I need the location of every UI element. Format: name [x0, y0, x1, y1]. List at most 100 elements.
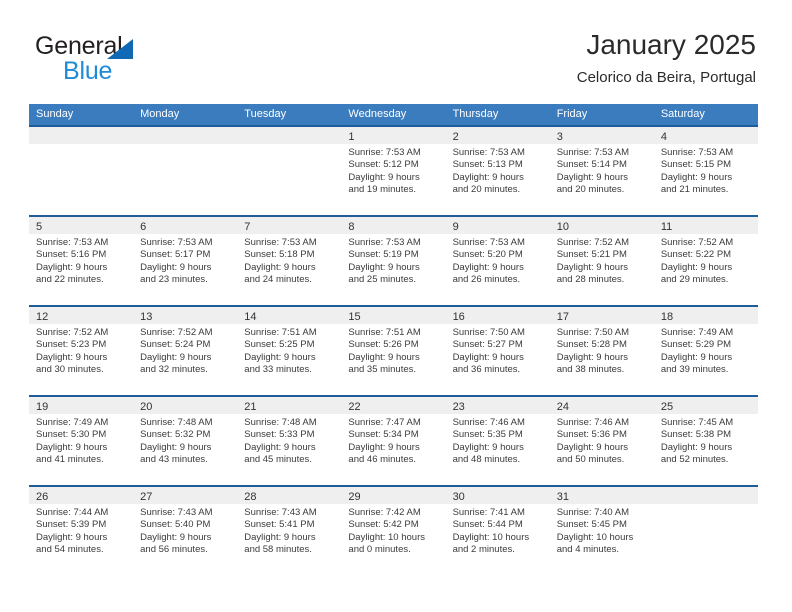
day-cell-empty	[29, 127, 134, 215]
day-info-line: Sunset: 5:44 PM	[452, 519, 523, 531]
day-cell-7[interactable]: 7 Sunrise: 7:53 AM Sunset: 5:18 PM Daylight…	[237, 217, 342, 305]
day-info-line: and 52 minutes.	[660, 454, 729, 466]
day-details: Sunrise: 7:47 AM Sunset: 5:34 PM Daylight:…	[341, 414, 445, 467]
day-info-line: Sunset: 5:22 PM	[660, 249, 732, 261]
day-number-band: 22	[341, 397, 446, 414]
day-number: 1	[348, 131, 355, 143]
day-cell-14[interactable]: 14 Sunrise: 7:51 AM Sunset: 5:25 PM Dayligh…	[237, 307, 342, 395]
day-cell-27[interactable]: 27 Sunrise: 7:43 AM Sunset: 5:40 PM Dayligh…	[133, 487, 238, 575]
day-cell-6[interactable]: 6 Sunrise: 7:53 AM Sunset: 5:17 PM Daylight…	[133, 217, 238, 305]
day-cell-1[interactable]: 1 Sunrise: 7:53 AM Sunset: 5:12 PM Daylight…	[341, 127, 446, 215]
day-number-band: 10	[549, 217, 654, 234]
day-details: Sunrise: 7:48 AM Sunset: 5:33 PM Daylight:…	[237, 414, 341, 467]
day-info-line: Daylight: 9 hours	[36, 261, 108, 273]
day-cell-8[interactable]: 8 Sunrise: 7:53 AM Sunset: 5:19 PM Daylight…	[341, 217, 446, 305]
weekday-header-row: Sunday Monday Tuesday Wednesday Thursday Frid…	[29, 104, 758, 125]
day-details: Sunrise: 7:53 AM Sunset: 5:20 PM Daylight:…	[446, 234, 550, 287]
day-cell-3[interactable]: 3 Sunrise: 7:53 AM Sunset: 5:14 PM Daylight…	[549, 127, 654, 215]
day-cell-23[interactable]: 23 Sunrise: 7:46 AM Sunset: 5:35 PM Dayligh…	[445, 397, 550, 485]
day-cell-28[interactable]: 28 Sunrise: 7:43 AM Sunset: 5:41 PM Dayligh…	[237, 487, 342, 575]
day-number-band: 26	[29, 487, 134, 504]
day-info-line: Sunrise: 7:53 AM	[556, 147, 630, 158]
day-cell-26[interactable]: 26 Sunrise: 7:44 AM Sunset: 5:39 PM Dayligh…	[29, 487, 134, 575]
day-info-line: and 56 minutes.	[140, 544, 208, 556]
day-info-line: Sunrise: 7:44 AM	[36, 507, 109, 518]
day-cell-29[interactable]: 29 Sunrise: 7:42 AM Sunset: 5:42 PM Dayligh…	[341, 487, 446, 575]
day-cell-16[interactable]: 16 Sunrise: 7:50 AM Sunset: 5:27 PM Dayligh…	[445, 307, 550, 395]
day-number-band: 12	[29, 307, 134, 324]
day-number: 8	[348, 221, 355, 233]
day-info-line: and 43 minutes.	[140, 454, 208, 466]
day-info-line: Sunset: 5:18 PM	[244, 249, 315, 261]
day-number-band: 5	[29, 217, 134, 234]
general-blue-logo[interactable]: General Blue	[35, 32, 215, 85]
day-cell-17[interactable]: 17 Sunrise: 7:50 AM Sunset: 5:28 PM Dayligh…	[549, 307, 654, 395]
day-info-line: and 0 minutes.	[348, 544, 411, 556]
day-cell-13[interactable]: 13 Sunrise: 7:52 AM Sunset: 5:24 PM Dayligh…	[133, 307, 238, 395]
day-info-line: Daylight: 9 hours	[556, 261, 628, 273]
day-cell-18[interactable]: 18 Sunrise: 7:49 AM Sunset: 5:29 PM Dayligh…	[653, 307, 758, 395]
day-number-band: 20	[133, 397, 238, 414]
day-cell-19[interactable]: 19 Sunrise: 7:49 AM Sunset: 5:30 PM Dayligh…	[29, 397, 134, 485]
day-cell-9[interactable]: 9 Sunrise: 7:53 AM Sunset: 5:20 PM Daylight…	[445, 217, 550, 305]
day-info-line: Daylight: 9 hours	[140, 261, 212, 273]
day-cell-4[interactable]: 4 Sunrise: 7:53 AM Sunset: 5:15 PM Daylight…	[653, 127, 758, 215]
day-details: Sunrise: 7:40 AM Sunset: 5:45 PM Daylight:…	[550, 504, 654, 557]
day-info-line: Sunset: 5:19 PM	[348, 249, 419, 261]
day-info-line: Sunset: 5:38 PM	[660, 429, 732, 441]
day-info-line: Sunrise: 7:53 AM	[348, 237, 421, 248]
day-info-line: and 39 minutes.	[660, 364, 729, 376]
day-number-band: 16	[445, 307, 550, 324]
day-info-line: and 38 minutes.	[556, 364, 625, 376]
day-cell-15[interactable]: 15 Sunrise: 7:51 AM Sunset: 5:26 PM Dayligh…	[341, 307, 446, 395]
day-info-line: Sunrise: 7:53 AM	[244, 237, 317, 248]
day-info-line: Daylight: 9 hours	[244, 441, 316, 453]
day-number-band: 27	[133, 487, 238, 504]
day-cell-31[interactable]: 31 Sunrise: 7:40 AM Sunset: 5:45 PM Dayligh…	[549, 487, 654, 575]
day-info-line: Sunset: 5:26 PM	[348, 339, 419, 351]
day-cell-empty	[653, 487, 758, 575]
day-cell-22[interactable]: 22 Sunrise: 7:47 AM Sunset: 5:34 PM Dayligh…	[341, 397, 446, 485]
day-number: 15	[348, 311, 361, 323]
weekday-header-saturday: Saturday	[660, 108, 705, 120]
day-info-line: Daylight: 9 hours	[452, 171, 524, 183]
day-cell-25[interactable]: 25 Sunrise: 7:45 AM Sunset: 5:38 PM Dayligh…	[653, 397, 758, 485]
calendar-week-row: 26 Sunrise: 7:44 AM Sunset: 5:39 PM Dayligh…	[29, 485, 758, 575]
day-info-line: Daylight: 9 hours	[140, 441, 212, 453]
day-number: 3	[556, 131, 563, 143]
day-cell-11[interactable]: 11 Sunrise: 7:52 AM Sunset: 5:22 PM Dayligh…	[653, 217, 758, 305]
day-cell-12[interactable]: 12 Sunrise: 7:52 AM Sunset: 5:23 PM Dayligh…	[29, 307, 134, 395]
day-info-line: Sunset: 5:30 PM	[36, 429, 107, 441]
day-cell-24[interactable]: 24 Sunrise: 7:46 AM Sunset: 5:36 PM Dayligh…	[549, 397, 654, 485]
day-number-band: 30	[445, 487, 550, 504]
day-cell-10[interactable]: 10 Sunrise: 7:52 AM Sunset: 5:21 PM Dayligh…	[549, 217, 654, 305]
day-cell-5[interactable]: 5 Sunrise: 7:53 AM Sunset: 5:16 PM Daylight…	[29, 217, 134, 305]
day-info-line: Sunrise: 7:47 AM	[348, 417, 421, 428]
day-info-line: and 25 minutes.	[348, 274, 417, 286]
day-number-band	[29, 127, 134, 144]
calendar-page: General Blue January 2025 Celorico da Be…	[0, 0, 792, 612]
day-number-band: 25	[653, 397, 758, 414]
day-info-line: Sunrise: 7:50 AM	[556, 327, 630, 338]
day-cell-2[interactable]: 2 Sunrise: 7:53 AM Sunset: 5:13 PM Daylight…	[445, 127, 550, 215]
day-info-line: Daylight: 9 hours	[452, 261, 524, 273]
day-number: 25	[660, 401, 674, 413]
day-details: Sunrise: 7:43 AM Sunset: 5:40 PM Daylight:…	[133, 504, 237, 557]
day-cell-30[interactable]: 30 Sunrise: 7:41 AM Sunset: 5:44 PM Dayligh…	[445, 487, 550, 575]
day-info-line: Sunrise: 7:51 AM	[244, 327, 317, 338]
day-cell-20[interactable]: 20 Sunrise: 7:48 AM Sunset: 5:32 PM Dayligh…	[133, 397, 238, 485]
day-number: 23	[452, 401, 465, 413]
day-number: 28	[244, 491, 257, 503]
day-info-line: Daylight: 9 hours	[348, 441, 420, 453]
day-details: Sunrise: 7:50 AM Sunset: 5:27 PM Daylight:…	[446, 324, 550, 377]
day-number-band: 28	[237, 487, 342, 504]
day-number-band: 19	[29, 397, 134, 414]
day-cell-21[interactable]: 21 Sunrise: 7:48 AM Sunset: 5:33 PM Dayligh…	[237, 397, 342, 485]
day-number: 10	[556, 221, 569, 233]
calendar-week-row: 5 Sunrise: 7:53 AM Sunset: 5:16 PM Daylight…	[29, 215, 758, 305]
day-info-line: Sunrise: 7:48 AM	[140, 417, 213, 428]
day-info-line: and 28 minutes.	[556, 274, 625, 286]
day-info-line: Daylight: 9 hours	[452, 441, 524, 453]
day-details: Sunrise: 7:49 AM Sunset: 5:29 PM Daylight:…	[654, 324, 758, 377]
day-info-line: Sunrise: 7:53 AM	[452, 147, 525, 158]
